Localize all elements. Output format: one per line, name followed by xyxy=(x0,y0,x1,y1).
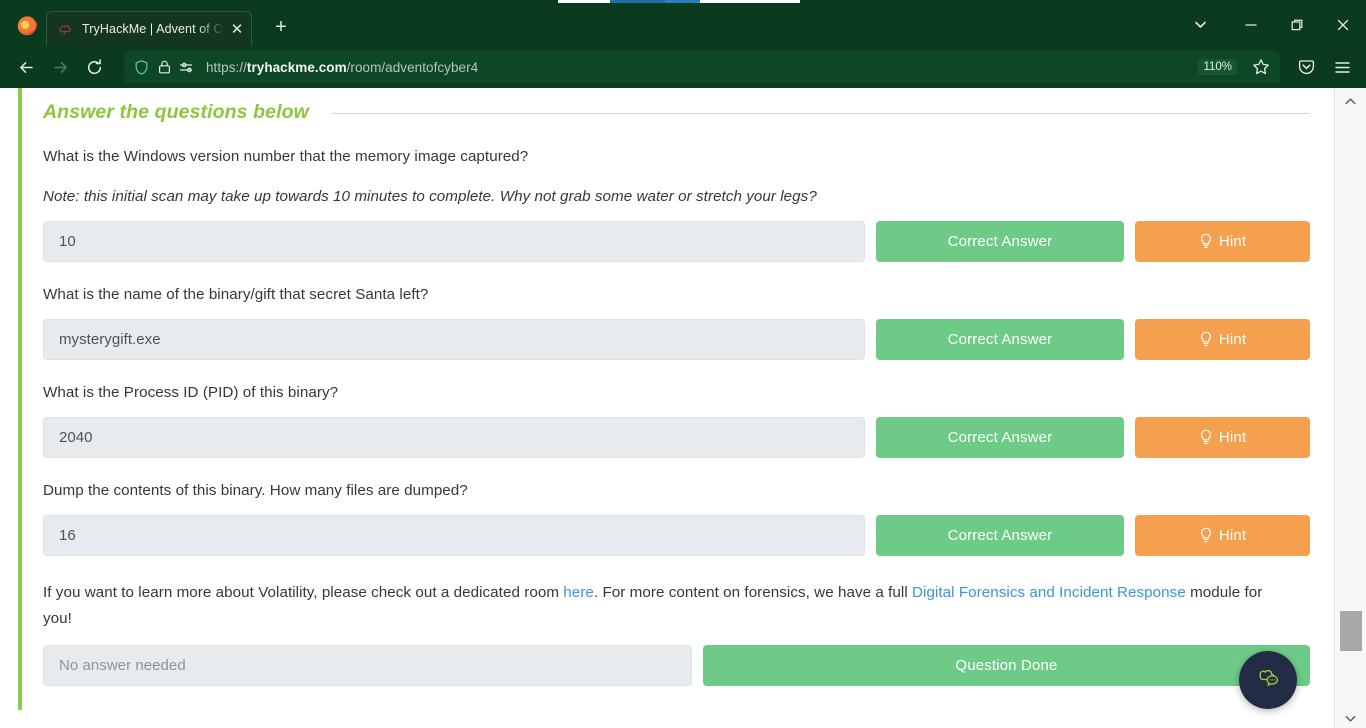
tryhackme-favicon-icon xyxy=(57,21,74,38)
hint-button[interactable]: Hint xyxy=(1135,417,1310,459)
outro-part-1: If you want to learn more about Volatili… xyxy=(43,584,564,602)
page-content: Answer the questions below What is the W… xyxy=(0,88,1334,728)
correct-answer-button[interactable]: Correct Answer xyxy=(876,417,1124,459)
outro-block: If you want to learn more about Volatili… xyxy=(43,580,1311,686)
question-label: Dump the contents of this binary. How ma… xyxy=(43,482,468,500)
question-done-button[interactable]: Question Done xyxy=(702,644,1311,686)
bookmark-star-icon[interactable] xyxy=(1248,54,1274,80)
zoom-level-badge[interactable]: 110% xyxy=(1198,59,1237,75)
page-viewport: Answer the questions below What is the W… xyxy=(0,88,1366,728)
window-minimize-icon[interactable] xyxy=(1228,3,1274,46)
answer-input[interactable]: mysterygift.exe xyxy=(43,319,865,361)
hamburger-menu-icon[interactable] xyxy=(1326,51,1358,83)
scroll-down-arrow-icon[interactable] xyxy=(1335,705,1366,728)
page-scrollbar[interactable] xyxy=(1334,88,1366,728)
shield-icon[interactable] xyxy=(133,59,150,76)
navigation-toolbar: https://tryhackme.com/room/adventofcyber… xyxy=(0,46,1366,88)
lightbulb-icon xyxy=(1199,527,1213,544)
window-maximize-icon[interactable] xyxy=(1274,3,1320,46)
question-note: Note: this initial scan may take up towa… xyxy=(43,188,817,206)
back-arrow-icon[interactable] xyxy=(10,51,42,83)
tab-strip: TryHackMe | Advent of Cyber 20 ✕ + xyxy=(0,3,1366,46)
tab-title: TryHackMe | Advent of Cyber 20 xyxy=(82,22,225,36)
question-label: What is the name of the binary/gift that… xyxy=(43,286,429,304)
task-content: Answer the questions below What is the W… xyxy=(43,88,1311,686)
scrollbar-thumb[interactable] xyxy=(1339,611,1362,651)
answer-input[interactable]: 16 xyxy=(43,515,865,557)
hint-button-label: Hint xyxy=(1218,527,1247,545)
question-label: What is the Windows version number that … xyxy=(43,148,529,165)
no-answer-needed-input[interactable]: No answer needed xyxy=(43,644,692,686)
browser-chrome: TryHackMe | Advent of Cyber 20 ✕ + xyxy=(0,0,1366,88)
hint-button[interactable]: Hint xyxy=(1135,221,1310,263)
hint-button-label: Hint xyxy=(1218,429,1247,447)
lightbulb-icon xyxy=(1199,331,1213,348)
firefox-logo-icon xyxy=(14,12,40,38)
pocket-icon[interactable] xyxy=(1290,51,1322,83)
section-heading-row: Answer the questions below xyxy=(43,88,1310,124)
padlock-icon[interactable] xyxy=(157,59,172,75)
chat-bubbles-icon xyxy=(1253,663,1283,698)
outro-part-2: . For more content on forensics, we have… xyxy=(593,584,913,602)
window-close-icon[interactable] xyxy=(1320,3,1366,46)
answer-input[interactable]: 10 xyxy=(43,221,865,263)
answer-row: 10 Correct Answer Hint xyxy=(43,221,1310,263)
lightbulb-icon xyxy=(1199,233,1213,250)
outro-paragraph: If you want to learn more about Volatili… xyxy=(43,580,1295,632)
address-bar[interactable]: https://tryhackme.com/room/adventofcyber… xyxy=(124,51,1280,83)
url-text[interactable]: https://tryhackme.com/room/adventofcyber… xyxy=(206,60,1191,75)
page-permissions-icon[interactable] xyxy=(179,60,196,75)
forward-arrow-icon[interactable] xyxy=(44,51,76,83)
page-title: Answer the questions below xyxy=(43,101,309,123)
question-label: What is the Process ID (PID) of this bin… xyxy=(43,384,339,402)
correct-answer-button[interactable]: Correct Answer xyxy=(876,515,1124,557)
hint-button-label: Hint xyxy=(1218,331,1247,349)
correct-answer-button[interactable]: Correct Answer xyxy=(876,319,1124,361)
toolbar-right-actions xyxy=(1290,51,1358,83)
correct-answer-button[interactable]: Correct Answer xyxy=(876,221,1124,263)
question-block: What is the Process ID (PID) of this bin… xyxy=(43,382,1310,459)
scroll-up-arrow-icon[interactable] xyxy=(1335,88,1366,114)
scrollbar-track[interactable] xyxy=(1335,114,1366,705)
tab-list-chevron-down-icon[interactable] xyxy=(1172,3,1228,46)
hint-button[interactable]: Hint xyxy=(1135,515,1310,557)
hint-button[interactable]: Hint xyxy=(1135,319,1310,361)
window-controls xyxy=(1172,3,1366,46)
reload-icon[interactable] xyxy=(78,51,110,83)
task-accent-rail xyxy=(18,88,22,710)
answer-row: 2040 Correct Answer Hint xyxy=(43,417,1310,459)
volatility-room-link[interactable]: here xyxy=(563,584,594,601)
answer-input[interactable]: 2040 xyxy=(43,417,865,459)
chat-widget-button[interactable] xyxy=(1239,651,1297,709)
hint-button-label: Hint xyxy=(1218,233,1247,251)
dfir-module-link[interactable]: Digital Forensics and Incident Response xyxy=(912,584,1186,601)
question-block: What is the Windows version number that … xyxy=(43,146,1310,263)
final-answer-row: No answer needed Question Done xyxy=(43,644,1311,686)
tab-close-icon[interactable]: ✕ xyxy=(227,19,247,39)
answer-row: mysterygift.exe Correct Answer Hint xyxy=(43,319,1310,361)
answer-row: 16 Correct Answer Hint xyxy=(43,515,1310,557)
browser-tab-tryhackme[interactable]: TryHackMe | Advent of Cyber 20 ✕ xyxy=(46,11,252,46)
question-block: What is the name of the binary/gift that… xyxy=(43,284,1310,361)
lightbulb-icon xyxy=(1199,429,1213,446)
heading-divider xyxy=(330,113,1310,114)
new-tab-button[interactable]: + xyxy=(266,12,296,42)
question-block: Dump the contents of this binary. How ma… xyxy=(43,480,1310,557)
